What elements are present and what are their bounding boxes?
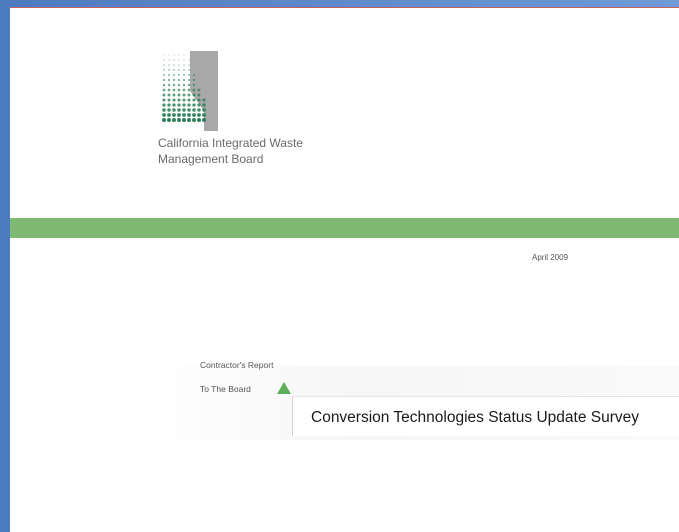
organization-name: California Integrated Waste Management B… (158, 135, 303, 167)
document-page: California Integrated Waste Management B… (10, 7, 679, 532)
organization-name-line1: California Integrated Waste (158, 136, 303, 150)
header-band (10, 218, 679, 238)
report-type: Contractor's Report (200, 360, 274, 370)
title-box: Conversion Technologies Status Update Su… (292, 396, 679, 436)
report-audience: To The Board (200, 384, 251, 394)
document-title: Conversion Technologies Status Update Su… (311, 409, 639, 426)
ciwmb-logo-icon (160, 51, 218, 131)
organization-name-line2: Management Board (158, 152, 264, 166)
triangle-marker-icon (277, 382, 291, 394)
report-date: April 2009 (532, 253, 569, 262)
